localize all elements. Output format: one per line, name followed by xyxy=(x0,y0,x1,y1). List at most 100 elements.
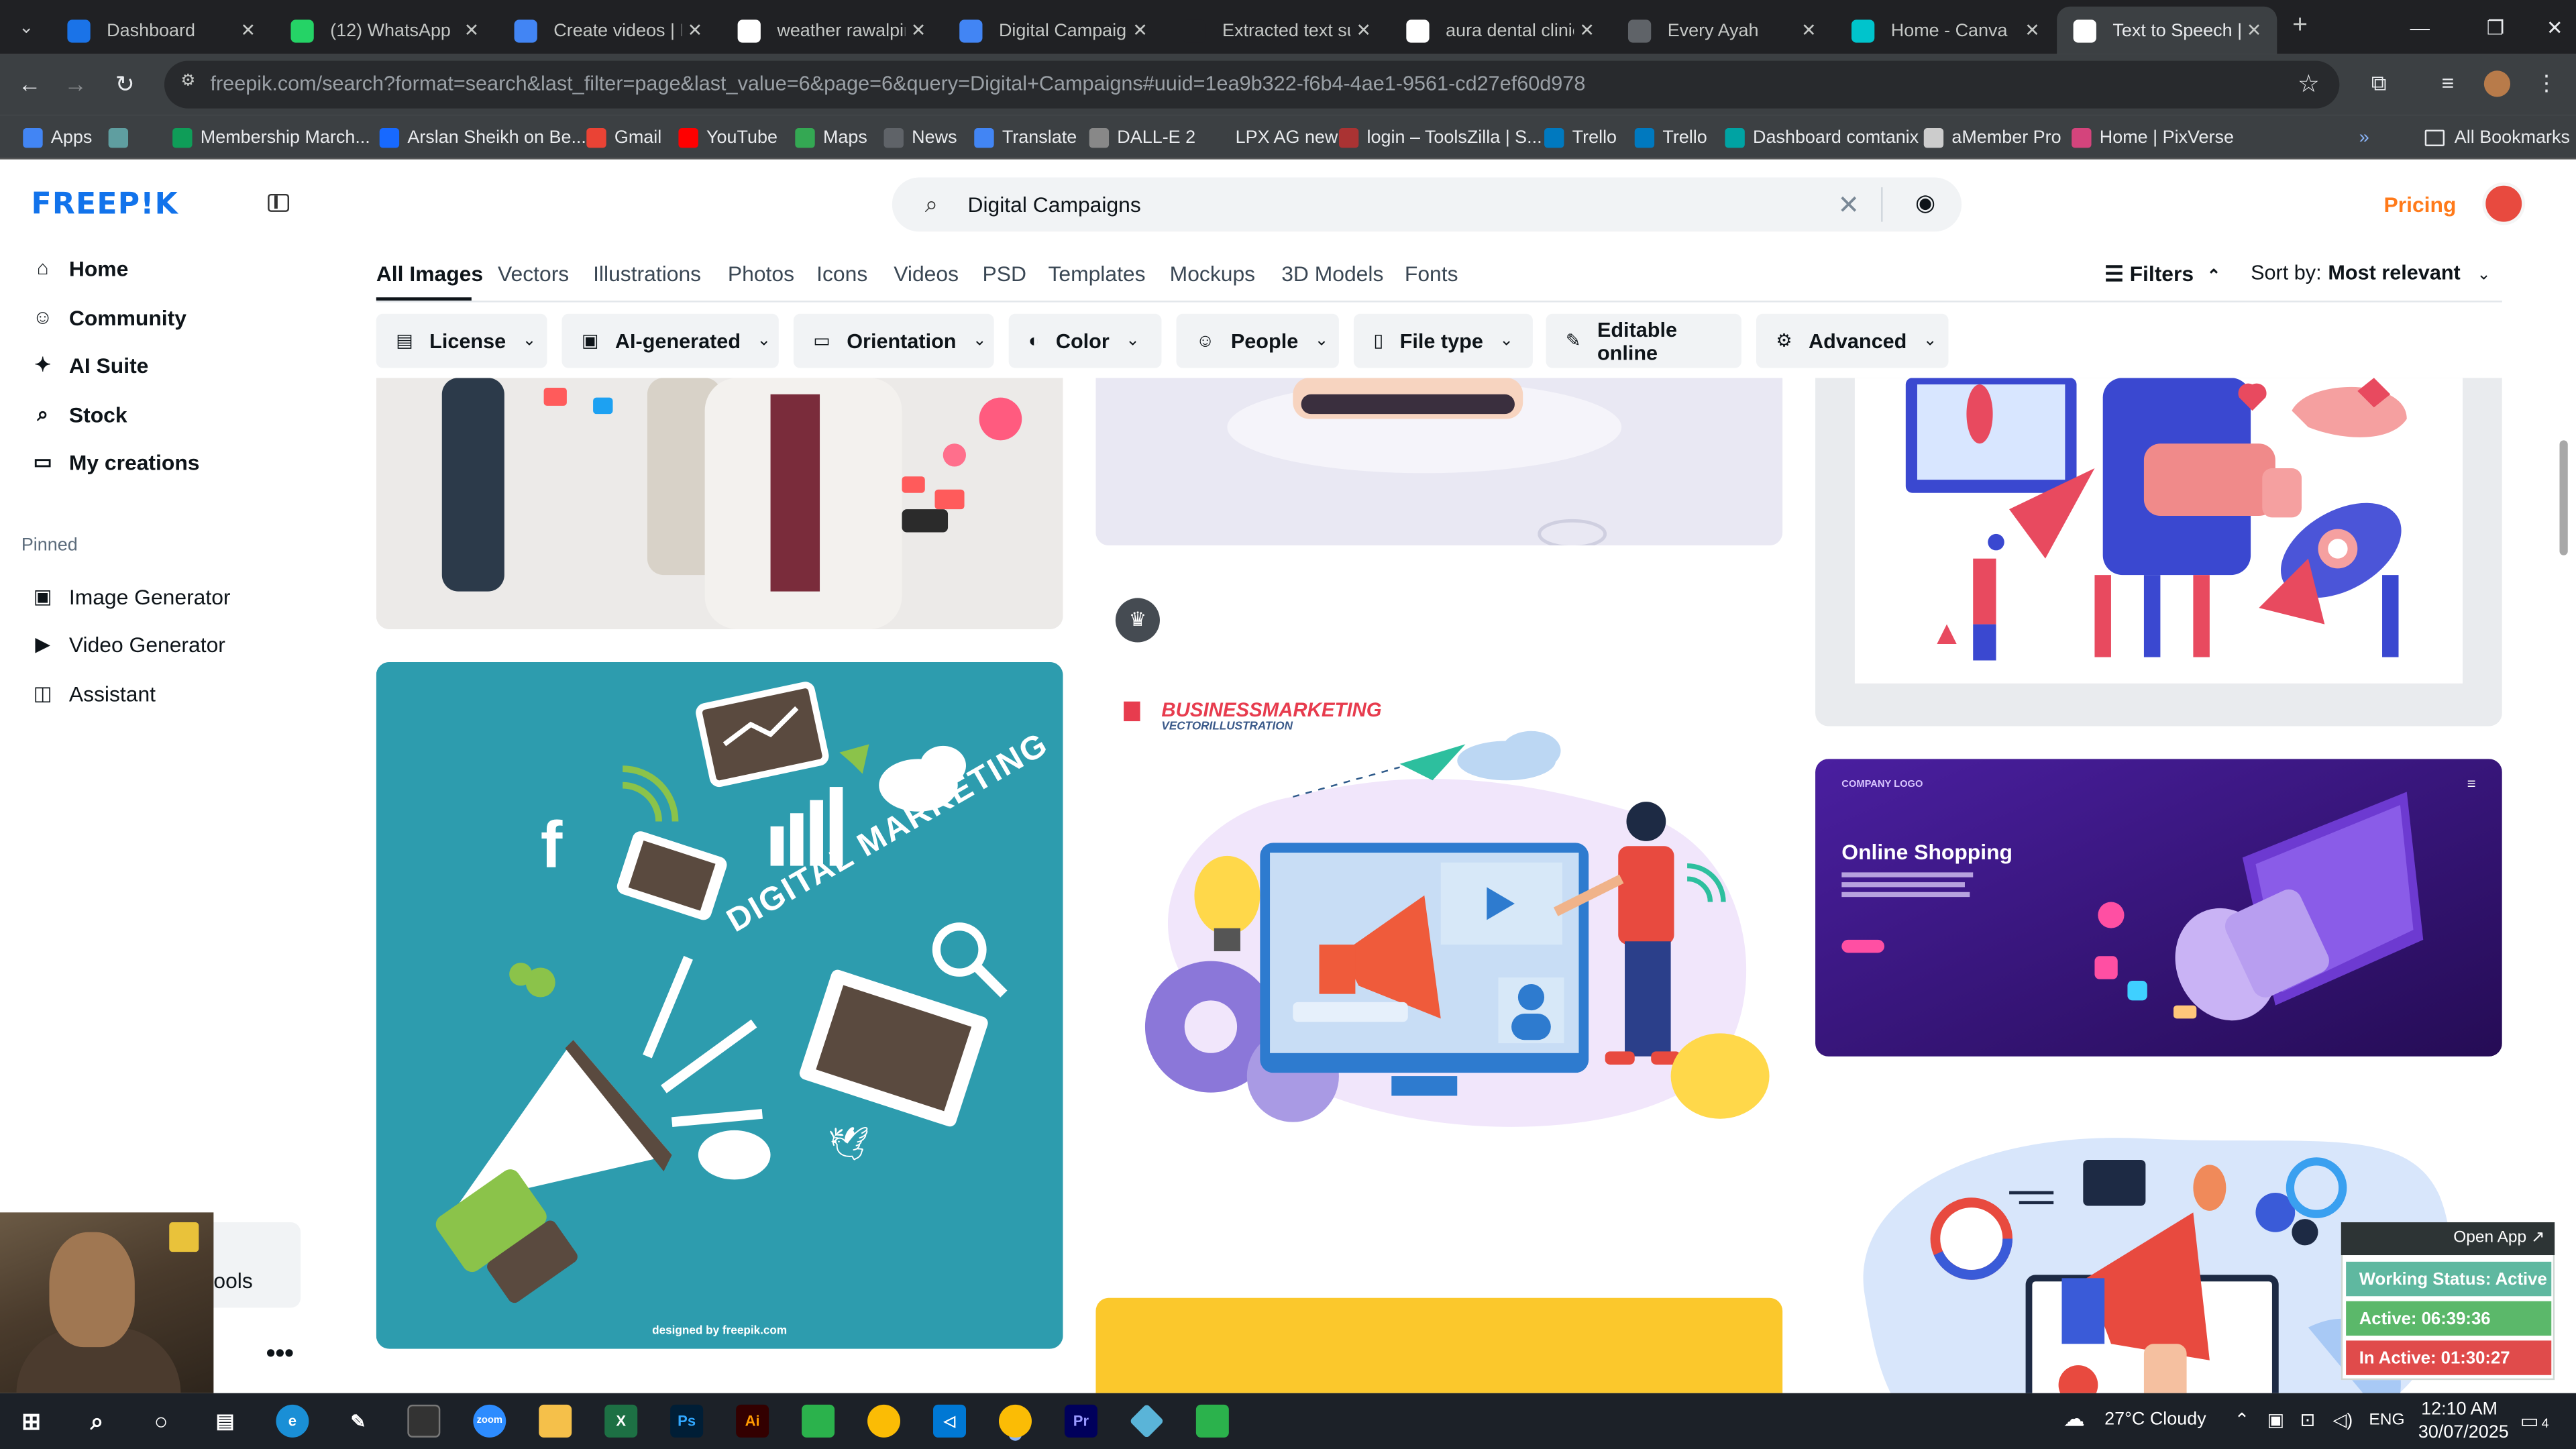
camtasia-icon[interactable] xyxy=(802,1404,835,1438)
sidebar-collapse-icon[interactable] xyxy=(268,193,290,212)
language-label[interactable]: ENG xyxy=(2369,1411,2404,1430)
camera-search-icon[interactable]: ◉ xyxy=(1915,189,1935,217)
all-bookmarks-folder[interactable]: All Bookmarks xyxy=(2424,121,2570,153)
tab-videos[interactable]: Videos xyxy=(894,261,959,286)
webcam-overlay[interactable] xyxy=(0,1212,214,1393)
browser-tab[interactable]: aura dental clinic ✕ xyxy=(1390,7,1610,54)
bookmark-item[interactable]: Home | PixVerse xyxy=(2072,121,2234,153)
weather-icon[interactable]: ☁ xyxy=(2063,1406,2085,1432)
bookmark-item[interactable]: Membership March... xyxy=(172,121,370,153)
tab-vectors[interactable]: Vectors xyxy=(498,261,569,286)
back-icon[interactable]: ← xyxy=(13,67,46,100)
user-avatar[interactable] xyxy=(2482,182,2526,225)
network-icon[interactable]: ⊡ xyxy=(2300,1409,2316,1431)
bookmark-item[interactable]: Dashboard comtanix xyxy=(1725,121,1919,153)
bookmark-item[interactable]: LPX AG new xyxy=(1208,121,1338,153)
filters-toggle[interactable]: ☰ Filters ⌃ xyxy=(2104,261,2220,287)
clear-search-icon[interactable]: ✕ xyxy=(1837,189,1860,222)
filter-orientation[interactable]: ▭ Orientation ⌄ xyxy=(793,313,994,368)
bookmark-item[interactable]: News xyxy=(883,121,957,153)
camtasia-recorder-icon[interactable] xyxy=(1195,1404,1229,1438)
cortana-icon[interactable]: ○ xyxy=(145,1405,178,1438)
bookmark-item[interactable]: YouTube xyxy=(678,121,777,153)
excel-icon[interactable]: X xyxy=(604,1404,638,1438)
sidebar-item-ai-suite[interactable]: ✦ AI Suite xyxy=(32,347,149,383)
page-scrollbar-thumb[interactable] xyxy=(2559,440,2568,555)
vscode-icon[interactable]: ◁ xyxy=(933,1404,966,1438)
app-diamond-icon[interactable] xyxy=(1129,1403,1165,1439)
new-tab-button[interactable]: + xyxy=(2284,10,2316,43)
meet-icon[interactable]: ▣ xyxy=(2267,1409,2284,1431)
browser-tab[interactable]: Extracted text sur ✕ xyxy=(1167,7,1387,54)
pinned-item-image-generator[interactable]: ▣ Image Generator xyxy=(32,578,231,614)
profile-avatar[interactable] xyxy=(2483,70,2511,97)
windows-start-icon[interactable]: ⊞ xyxy=(15,1405,48,1438)
bookmark-item[interactable]: Gmail xyxy=(586,121,661,153)
taskbar-search-icon[interactable]: ⌕ xyxy=(80,1405,113,1438)
search-input[interactable]: Digital Campaigns xyxy=(967,193,1140,217)
sidebar-item-stock[interactable]: ⌕ Stock xyxy=(32,396,127,432)
close-tab-icon[interactable]: ✕ xyxy=(458,19,484,41)
search-bar[interactable]: ⌕ Digital Campaigns ✕ ◉ xyxy=(892,177,1962,232)
close-tab-icon[interactable]: ✕ xyxy=(2019,19,2045,41)
zoom-icon[interactable]: zoom xyxy=(473,1404,506,1438)
illustrator-icon[interactable]: Ai xyxy=(736,1404,769,1438)
filter-editable-online[interactable]: ✎ Editable online xyxy=(1546,313,1741,368)
tab-psd[interactable]: PSD xyxy=(982,261,1026,286)
extensions-icon[interactable]: ⧉ xyxy=(2366,70,2392,97)
browser-tab[interactable]: Dashboard ✕ xyxy=(51,7,271,54)
bookmark-star-icon[interactable]: ☆ xyxy=(2298,69,2320,99)
reload-icon[interactable]: ↻ xyxy=(109,67,142,100)
result-card-startup-rocket[interactable] xyxy=(1815,378,2502,727)
chrome-icon[interactable] xyxy=(867,1404,901,1438)
bookmark-item[interactable]: DALL-E 2 xyxy=(1089,121,1195,153)
close-window-icon[interactable]: ✕ xyxy=(2533,0,2576,54)
pricing-link[interactable]: Pricing xyxy=(2383,193,2456,217)
browser-tab[interactable]: Every Ayah ✕ xyxy=(1611,7,1831,54)
more-options-icon[interactable]: ••• xyxy=(266,1340,294,1370)
close-tab-icon[interactable]: ✕ xyxy=(1350,19,1377,41)
close-tab-icon[interactable]: ✕ xyxy=(235,19,261,41)
bookmark-item[interactable]: Apps xyxy=(23,121,92,153)
browser-tab[interactable]: Home - Canva ✕ xyxy=(1835,7,2055,54)
task-view-icon[interactable]: ▤ xyxy=(209,1405,241,1438)
pinned-item-assistant[interactable]: ◫ Assistant xyxy=(32,676,156,712)
pen-tool-icon[interactable]: ✎ xyxy=(341,1405,374,1438)
tab-fonts[interactable]: Fonts xyxy=(1405,261,1458,286)
sidebar-item-my-creations[interactable]: ▭ My creations xyxy=(32,443,200,480)
close-tab-icon[interactable]: ✕ xyxy=(1127,19,1153,41)
close-tab-icon[interactable]: ✕ xyxy=(2241,19,2267,41)
tab-search-icon[interactable]: ⌄ xyxy=(0,0,52,54)
close-tab-icon[interactable]: ✕ xyxy=(905,19,931,41)
bookmark-item[interactable] xyxy=(108,121,137,153)
forward-icon[interactable]: → xyxy=(59,67,92,100)
site-info-icon[interactable]: ⚙ xyxy=(180,72,203,95)
media-control-icon[interactable]: ≡ xyxy=(2434,70,2461,97)
tab-all-images[interactable]: All Images xyxy=(376,261,483,286)
restore-icon[interactable]: ❐ xyxy=(2458,0,2534,54)
bookmark-item[interactable]: Arslan Sheikh on Be... xyxy=(379,121,586,153)
bookmark-item[interactable]: Maps xyxy=(795,121,867,153)
more-bookmarks-icon[interactable]: » xyxy=(2359,121,2369,153)
tab-templates[interactable]: Templates xyxy=(1048,261,1145,286)
bookmark-item[interactable]: Trello xyxy=(1634,121,1707,153)
notification-center-icon[interactable]: ▭ xyxy=(2520,1409,2539,1432)
edge-icon[interactable]: e xyxy=(276,1404,309,1438)
bookmark-item[interactable]: login – ToolsZilla | S... xyxy=(1338,121,1542,153)
open-app-button[interactable]: Open App ↗ xyxy=(2341,1222,2555,1256)
address-bar[interactable]: ⚙ freepik.com/search?format=search&last_… xyxy=(164,60,2340,109)
close-tab-icon[interactable]: ✕ xyxy=(682,19,708,41)
bookmark-item[interactable]: Trello xyxy=(1544,121,1617,153)
volume-icon[interactable]: ◁) xyxy=(2333,1409,2353,1431)
result-card-online-shopping[interactable]: COMPANY LOGO ≡ Online Shopping xyxy=(1815,759,2502,1057)
close-tab-icon[interactable]: ✕ xyxy=(1574,19,1600,41)
browser-tab[interactable]: Create videos | Fr✕ xyxy=(498,7,718,54)
result-card-phone-product[interactable] xyxy=(1095,378,1783,546)
result-card-digital-marketing[interactable]: f 🕊 DIGITAL MARKETING designed by freepi… xyxy=(376,661,1063,1349)
file-explorer-icon[interactable] xyxy=(539,1404,572,1438)
pinned-item-video-generator[interactable]: ▶ Video Generator xyxy=(32,626,225,662)
tab-illustrations[interactable]: Illustrations xyxy=(593,261,701,286)
tab-icons[interactable]: Icons xyxy=(816,261,867,286)
browser-tab[interactable]: weather rawalpind✕ xyxy=(721,7,941,54)
filter-advanced[interactable]: ⚙ Advanced ⌄ xyxy=(1756,313,1949,368)
